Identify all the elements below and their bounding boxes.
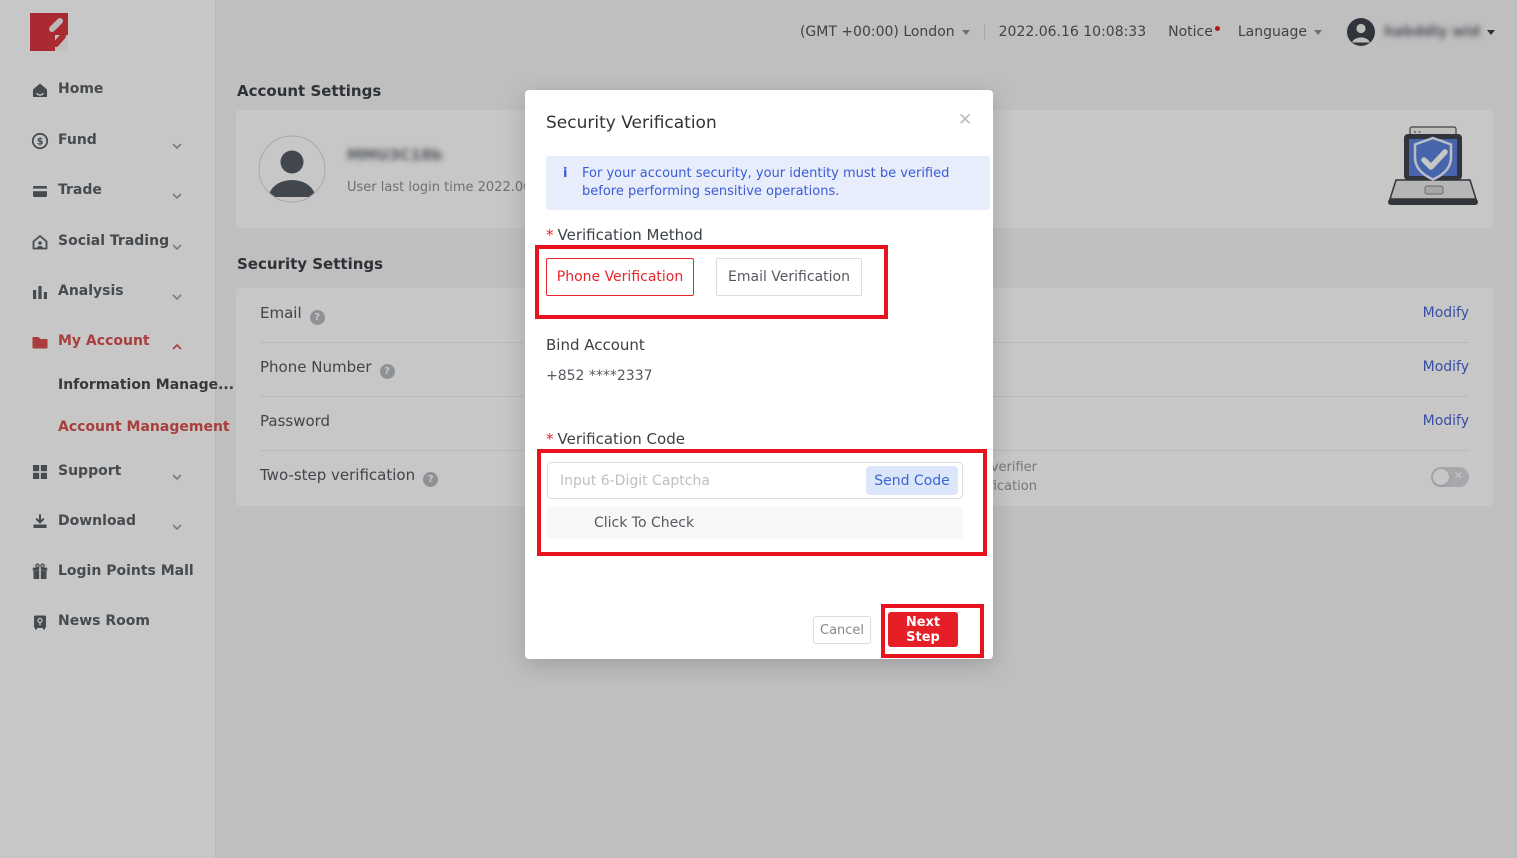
verification-method-label: *Verification Method [546, 226, 703, 244]
captcha-input-wrap: Send Code [547, 462, 963, 499]
bind-account-value: +852 ****2337 [546, 368, 653, 384]
email-verification-button[interactable]: Email Verification [716, 258, 862, 296]
send-code-button[interactable]: Send Code [866, 466, 958, 495]
modal-title: Security Verification [546, 113, 717, 133]
info-icon: i [563, 165, 567, 183]
verification-code-label: *Verification Code [546, 430, 685, 448]
captcha-input[interactable] [548, 463, 872, 498]
cancel-button[interactable]: Cancel [813, 616, 871, 644]
click-to-check-captcha[interactable]: Click To Check [547, 507, 963, 539]
phone-verification-button[interactable]: Phone Verification [546, 258, 694, 296]
close-icon[interactable]: ✕ [958, 110, 972, 130]
info-banner: i For your account security, your identi… [546, 156, 990, 210]
next-step-button[interactable]: Next Step [888, 612, 958, 647]
bind-account-label: Bind Account [546, 336, 645, 354]
security-verification-modal: Security Verification ✕ i For your accou… [525, 90, 993, 659]
app-window: Home $ Fund Trade Social Trading [0, 0, 1517, 858]
